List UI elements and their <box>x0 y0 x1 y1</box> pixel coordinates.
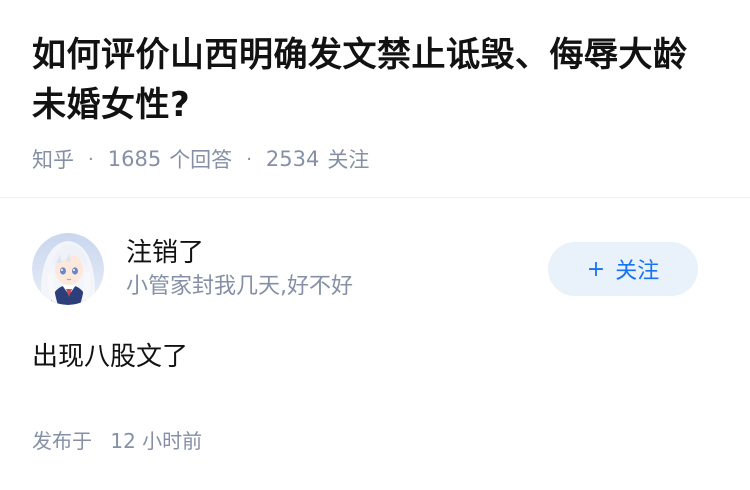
avatar[interactable] <box>32 233 104 305</box>
author-name[interactable]: 注销了 <box>126 235 548 271</box>
follower-count-label: 关注 <box>327 148 370 172</box>
source-label[interactable]: 知乎 <box>32 144 74 174</box>
meta-separator: · <box>246 148 252 170</box>
publish-time: 发布于 12 小时前 <box>32 425 718 454</box>
follow-label: 关注 <box>615 259 660 284</box>
answer-count: 1685 <box>107 147 162 171</box>
question-meta: 知乎 · 1685 个回答 · 2534 关注 <box>32 144 718 174</box>
question-header: 如何评价山西明确发文禁止诋毁、侮辱大龄未婚女性? 知乎 · 1685 个回答 ·… <box>0 0 750 174</box>
question-title[interactable]: 如何评价山西明确发文禁止诋毁、侮辱大龄未婚女性? <box>32 30 718 130</box>
author-row: 注销了 小管家封我几天,好不好 + 关注 <box>32 233 718 305</box>
author-info: 注销了 小管家封我几天,好不好 <box>126 235 548 303</box>
publish-time-value: 12 小时前 <box>110 429 203 453</box>
plus-icon: + <box>586 256 606 282</box>
author-bio: 小管家封我几天,好不好 <box>126 274 353 299</box>
publish-time-label: 发布于 <box>32 429 92 453</box>
answer-card: 注销了 小管家封我几天,好不好 + 关注 出现八股文了 发布于 12 小时前 <box>0 198 750 454</box>
meta-separator: · <box>88 148 94 170</box>
answer-count-label: 个回答 <box>169 148 233 172</box>
anime-girl-avatar-icon <box>32 233 104 305</box>
answer-content[interactable]: 出现八股文了 <box>32 337 718 377</box>
follow-button[interactable]: + 关注 <box>548 242 698 296</box>
follower-count: 2534 <box>265 147 320 171</box>
